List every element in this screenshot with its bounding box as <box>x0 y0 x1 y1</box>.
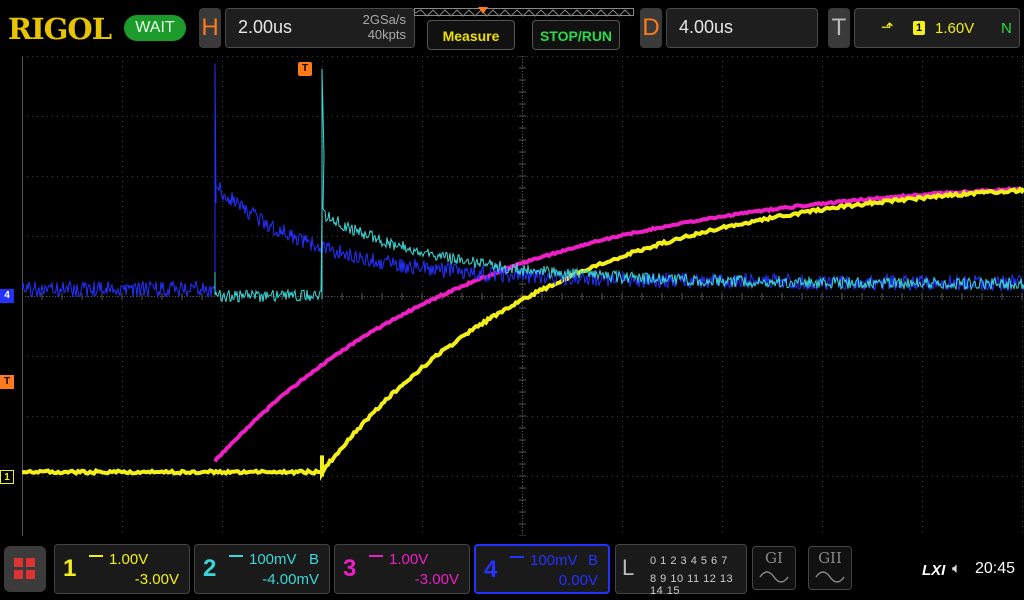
dc-coupling-icon <box>89 555 103 565</box>
ch4-settings[interactable]: 4 100mV B 0.00V <box>474 544 610 594</box>
trigger-mode: N <box>1001 20 1012 37</box>
lxi-logo: LXI <box>922 562 945 579</box>
ch3-scale: 1.00V <box>389 551 428 568</box>
generator-2-button[interactable]: GII <box>808 546 852 590</box>
waveform-display[interactable] <box>22 56 1024 536</box>
memory-depth: 40kpts <box>363 27 406 42</box>
generator-1-button[interactable]: GI <box>752 546 796 590</box>
ch2-scale: 100mV <box>249 551 297 568</box>
stop-run-button[interactable]: STOP/RUN <box>532 20 620 50</box>
clock: 20:45 <box>975 560 1015 578</box>
ch3-trace <box>215 189 1023 462</box>
logic-channels-row1: 0 1 2 3 4 5 6 7 <box>650 555 728 567</box>
sample-rate: 2GSa/s <box>363 12 406 27</box>
ch4-bandwidth-limit: B <box>588 552 598 569</box>
logic-analyzer-panel[interactable]: L 0 1 2 3 4 5 6 7 8 9 10 11 12 13 14 15 <box>615 544 747 594</box>
sine-wave-icon <box>810 567 850 585</box>
ch3-offset: -3.00V <box>415 571 459 588</box>
trigger-panel[interactable]: ⬏ 1 1.60V N <box>854 8 1020 48</box>
dc-coupling-icon <box>229 555 243 565</box>
dc-coupling-icon <box>510 556 524 566</box>
logic-channels-row2: 8 9 10 11 12 13 14 15 <box>650 573 746 597</box>
ch4-number: 4 <box>484 556 497 584</box>
speaker-muted-icon[interactable]: 🔈︎ <box>952 560 961 577</box>
logic-label: L <box>622 555 634 581</box>
generator-2-label: GII <box>809 549 851 567</box>
ch1-offset: -3.00V <box>135 571 179 588</box>
ch2-bandwidth-limit: B <box>309 551 319 568</box>
ch2-number: 2 <box>203 555 216 583</box>
ch4-offset-marker[interactable]: 4 <box>0 289 14 303</box>
ch1-number: 1 <box>63 555 76 583</box>
timebase-panel[interactable]: 2.00us 2GSa/s 40kpts <box>225 8 415 48</box>
grid-menu-icon <box>4 546 46 592</box>
top-bar: RIGOL WAIT H 2.00us 2GSa/s 40kpts Measur… <box>0 0 1024 56</box>
timebase-value: 2.00us <box>238 17 292 38</box>
rising-edge-icon: ⬏ <box>881 18 894 36</box>
ch2-trace <box>215 69 1024 302</box>
ch1-settings[interactable]: 1 1.00V -3.00V <box>54 544 190 594</box>
dc-coupling-icon <box>369 555 383 565</box>
trigger-menu-button[interactable]: T <box>828 8 850 48</box>
trigger-level: 1.60V <box>935 20 974 37</box>
bottom-bar: 1 1.00V -3.00V 2 100mV B -4.00mV 3 1.00V… <box>0 540 1024 600</box>
delay-menu-button[interactable]: D <box>640 8 662 48</box>
ch2-offset: -4.00mV <box>262 571 319 588</box>
generator-1-label: GI <box>753 549 795 567</box>
horizontal-menu-button[interactable]: H <box>199 8 221 48</box>
memory-position-bar <box>414 8 634 16</box>
brand-logo: RIGOL <box>8 12 111 46</box>
ch4-scale: 100mV <box>530 552 578 569</box>
ch1-scale: 1.00V <box>109 551 148 568</box>
sine-wave-icon <box>754 567 794 585</box>
ch3-number: 3 <box>343 555 356 583</box>
trigger-source: 1 <box>913 21 925 35</box>
memory-trigger-marker-icon <box>478 7 488 14</box>
measure-button[interactable]: Measure <box>427 20 515 50</box>
ch2-settings[interactable]: 2 100mV B -4.00mV <box>194 544 330 594</box>
delay-panel[interactable]: 4.00us <box>666 8 818 48</box>
home-menu-button[interactable] <box>4 546 46 592</box>
ch3-settings[interactable]: 3 1.00V -3.00V <box>334 544 470 594</box>
trigger-level-marker[interactable]: T <box>0 375 14 389</box>
status-badge: WAIT <box>124 15 186 41</box>
delay-value: 4.00us <box>679 17 733 38</box>
ch4-offset: 0.00V <box>559 572 598 589</box>
ch1-offset-marker[interactable]: 1 <box>0 470 14 484</box>
trigger-position-marker[interactable]: T <box>298 62 312 76</box>
